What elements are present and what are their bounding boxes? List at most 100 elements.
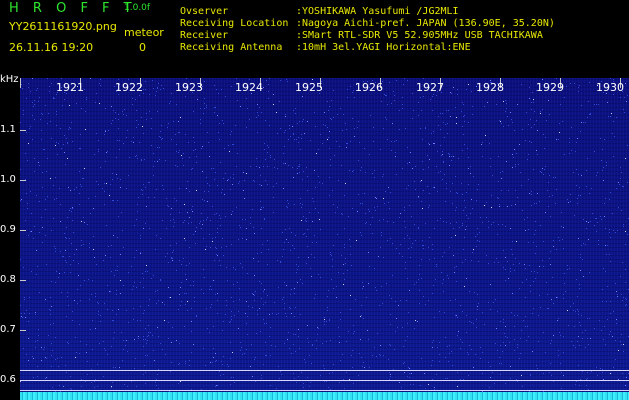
noise-speckle: [32, 356, 33, 357]
noise-speckle: [187, 310, 188, 311]
noise-speckle: [494, 262, 495, 263]
noise-speckle: [134, 282, 135, 283]
noise-speckle: [179, 132, 180, 133]
noise-speckle: [347, 97, 348, 98]
noise-speckle: [242, 267, 243, 268]
noise-speckle: [512, 293, 513, 294]
noise-speckle: [457, 193, 458, 194]
noise-speckle: [626, 101, 627, 102]
noise-speckle: [302, 121, 303, 122]
noise-speckle: [613, 311, 614, 312]
noise-speckle: [110, 184, 111, 185]
noise-speckle: [425, 128, 426, 129]
noise-speckle: [236, 207, 237, 208]
noise-speckle: [141, 160, 142, 161]
noise-speckle: [83, 178, 84, 179]
noise-speckle: [77, 303, 78, 304]
noise-speckle: [498, 181, 499, 182]
noise-speckle: [333, 288, 334, 289]
noise-speckle: [215, 172, 216, 173]
noise-speckle: [453, 156, 454, 157]
noise-speckle: [503, 322, 504, 323]
noise-speckle: [580, 254, 581, 255]
noise-speckle: [322, 343, 323, 344]
noise-speckle: [51, 281, 52, 282]
noise-speckle: [211, 304, 212, 305]
noise-speckle: [327, 296, 328, 297]
noise-speckle: [525, 230, 526, 231]
noise-speckle: [278, 287, 279, 288]
noise-speckle: [54, 98, 55, 99]
noise-speckle: [579, 322, 580, 323]
noise-speckle: [626, 377, 627, 378]
minute-label: 1921: [56, 81, 84, 94]
noise-speckle: [402, 97, 403, 98]
noise-speckle: [22, 317, 23, 318]
noise-speckle: [229, 322, 230, 323]
noise-speckle: [571, 341, 572, 342]
noise-speckle: [91, 294, 92, 295]
noise-speckle: [480, 347, 481, 348]
noise-speckle: [162, 138, 163, 139]
noise-speckle: [341, 255, 342, 256]
noise-speckle: [115, 118, 116, 119]
noise-speckle: [515, 204, 516, 205]
noise-speckle: [60, 221, 61, 222]
noise-speckle: [233, 144, 234, 145]
noise-speckle: [567, 310, 568, 311]
noise-speckle: [202, 171, 203, 172]
noise-speckle: [263, 87, 264, 88]
noise-speckle: [306, 218, 307, 219]
noise-speckle: [183, 153, 184, 154]
noise-speckle: [476, 246, 477, 247]
noise-speckle: [179, 212, 180, 213]
noise-speckle: [155, 382, 156, 383]
noise-speckle: [519, 144, 520, 145]
noise-speckle: [556, 297, 557, 298]
noise-speckle: [600, 216, 601, 217]
noise-speckle: [226, 300, 227, 301]
noise-speckle: [352, 367, 353, 368]
noise-speckle: [239, 299, 240, 300]
noise-speckle: [380, 149, 381, 150]
noise-speckle: [543, 134, 544, 135]
noise-speckle: [576, 185, 577, 186]
noise-speckle: [360, 232, 361, 233]
noise-speckle: [411, 216, 412, 217]
noise-speckle: [449, 247, 450, 248]
noise-speckle: [285, 130, 286, 131]
noise-speckle: [287, 200, 288, 201]
noise-speckle: [69, 105, 70, 106]
noise-speckle: [610, 331, 611, 332]
noise-speckle: [279, 101, 280, 102]
noise-speckle: [137, 158, 138, 159]
noise-speckle: [117, 200, 118, 201]
noise-speckle: [311, 276, 312, 277]
noise-speckle: [579, 288, 580, 289]
noise-speckle: [216, 89, 217, 90]
location-label: Receiving Location: [180, 18, 289, 29]
noise-speckle: [98, 140, 99, 141]
noise-speckle: [266, 355, 267, 356]
noise-speckle: [228, 179, 229, 180]
noise-speckle: [181, 282, 182, 283]
noise-speckle: [85, 129, 86, 130]
noise-speckle: [505, 280, 506, 281]
noise-speckle: [204, 81, 205, 82]
noise-speckle: [254, 181, 255, 182]
noise-speckle: [329, 106, 330, 107]
observer-label: Ovserver: [180, 6, 229, 17]
noise-speckle: [203, 348, 204, 349]
noise-speckle: [23, 114, 24, 115]
noise-speckle: [596, 367, 597, 368]
noise-speckle: [355, 299, 356, 300]
noise-speckle: [451, 237, 452, 238]
noise-speckle: [519, 288, 520, 289]
noise-speckle: [56, 271, 57, 272]
noise-speckle: [500, 121, 501, 122]
noise-speckle: [65, 260, 66, 261]
noise-speckle: [129, 157, 130, 158]
noise-speckle: [206, 308, 207, 309]
noise-speckle: [286, 316, 287, 317]
noise-speckle: [453, 255, 454, 256]
